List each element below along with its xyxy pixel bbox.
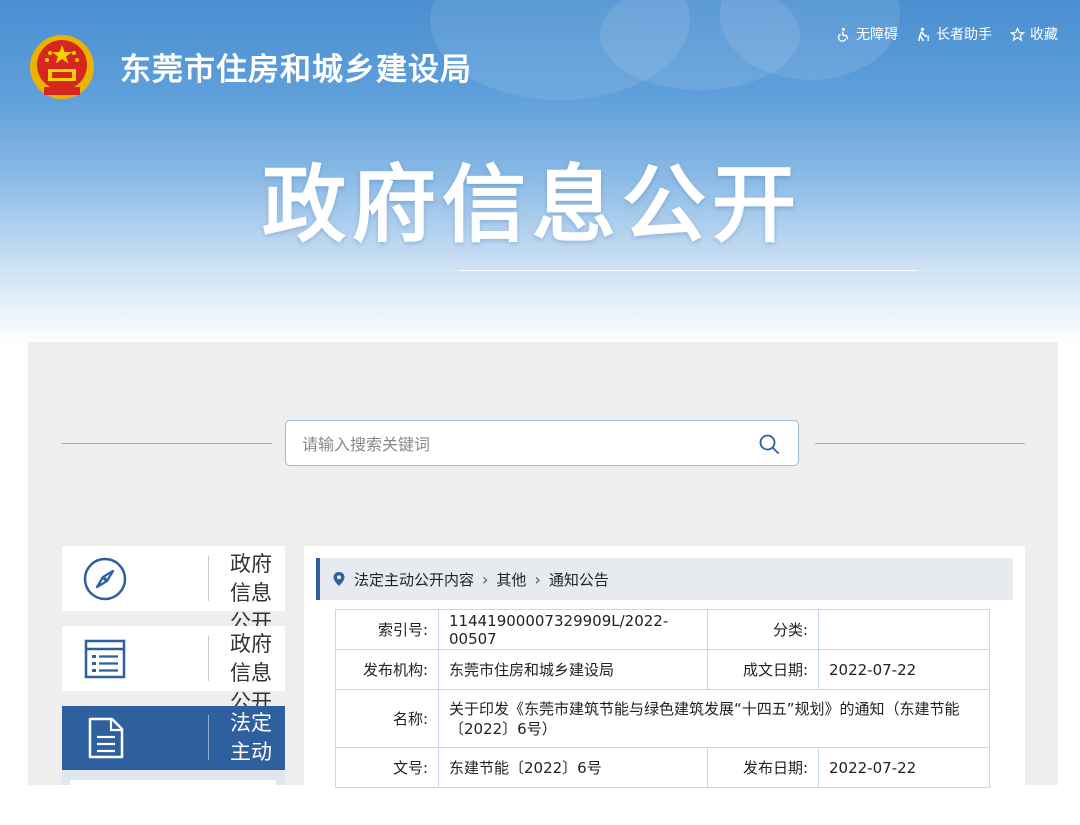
compass-icon bbox=[83, 557, 127, 601]
breadcrumb-item[interactable]: 其他 bbox=[496, 569, 526, 590]
written-date-value: 2022-07-22 bbox=[818, 649, 990, 690]
sidebar-item-label: 法定主动公开内容 bbox=[230, 711, 272, 822]
publisher-value: 东莞市住房和城乡建设局 bbox=[438, 649, 708, 690]
written-date-label: 成文日期: bbox=[707, 649, 819, 690]
search-divider-right bbox=[815, 443, 1025, 444]
table-row: 名称: 关于印发《东莞市建筑节能与绿色建筑发展“十四五”规划》的通知（东建节能〔… bbox=[335, 689, 990, 748]
doc-number-value: 东建节能〔2022〕6号 bbox=[438, 747, 708, 788]
favorite-link[interactable]: 收藏 bbox=[1010, 24, 1058, 44]
search-divider-left bbox=[62, 443, 272, 444]
accessibility-label: 无障碍 bbox=[856, 27, 898, 43]
sidebar-submenu-item[interactable] bbox=[70, 780, 276, 785]
sidebar-separator bbox=[208, 556, 209, 601]
breadcrumb-item[interactable]: 法定主动公开内容 bbox=[354, 569, 474, 590]
document-icon bbox=[88, 717, 124, 759]
sidebar-item-system[interactable]: 政府信息公开制度 bbox=[62, 626, 285, 743]
category-label: 分类: bbox=[707, 609, 819, 650]
sidebar-separator bbox=[208, 715, 209, 760]
publisher-label: 发布机构: bbox=[335, 649, 439, 690]
sidebar-submenu bbox=[62, 770, 285, 785]
chevron-right-icon: › bbox=[534, 569, 541, 589]
document-meta-table: 索引号: 11441900007329909L/2022-00507 分类: 发… bbox=[335, 609, 990, 788]
table-row: 文号: 东建节能〔2022〕6号 发布日期: 2022-07-22 bbox=[335, 747, 990, 788]
elder-icon bbox=[918, 27, 929, 41]
breadcrumb: 法定主动公开内容 › 其他 › 通知公告 bbox=[316, 558, 1013, 600]
index-value: 11441900007329909L/2022-00507 bbox=[438, 609, 708, 650]
search-input[interactable] bbox=[300, 421, 744, 467]
doc-name-label: 名称: bbox=[335, 689, 439, 748]
search-icon[interactable] bbox=[758, 433, 780, 455]
chevron-right-icon: › bbox=[482, 569, 489, 589]
publish-date-value: 2022-07-22 bbox=[818, 747, 990, 788]
elder-assist-link[interactable]: 长者助手 bbox=[916, 24, 992, 44]
accessibility-link[interactable]: 无障碍 bbox=[836, 24, 898, 44]
doc-name-value: 关于印发《东莞市建筑节能与绿色建筑发展“十四五”规划》的通知（东建节能〔2022… bbox=[438, 689, 990, 748]
national-emblem-icon bbox=[30, 35, 94, 99]
location-pin-icon bbox=[333, 572, 345, 586]
site-title[interactable]: 东莞市住房和城乡建设局 bbox=[120, 44, 472, 89]
sidebar-separator bbox=[208, 636, 209, 681]
breadcrumb-item[interactable]: 通知公告 bbox=[549, 569, 609, 590]
doc-number-label: 文号: bbox=[335, 747, 439, 788]
banner-divider bbox=[458, 270, 918, 271]
star-icon bbox=[1010, 26, 1025, 41]
banner-title: 政府信息公开 bbox=[262, 156, 803, 254]
publish-date-label: 发布日期: bbox=[707, 747, 819, 788]
top-links: 无障碍 长者助手 收藏 bbox=[836, 24, 1058, 44]
search-box bbox=[285, 420, 799, 467]
table-row: 索引号: 11441900007329909L/2022-00507 分类: bbox=[335, 609, 990, 650]
sidebar-item-content[interactable]: 法定主动公开内容 bbox=[62, 706, 285, 822]
site-header: 东莞市住房和城乡建设局 无障碍 长者助手 收藏 政府信息公开 bbox=[0, 0, 1080, 345]
index-label: 索引号: bbox=[335, 609, 439, 650]
sidebar-item-guide[interactable]: 政府信息公开指南 bbox=[62, 546, 285, 663]
wheelchair-icon bbox=[837, 27, 849, 42]
table-row: 发布机构: 东莞市住房和城乡建设局 成文日期: 2022-07-22 bbox=[335, 649, 990, 690]
list-icon bbox=[84, 639, 126, 679]
favorite-label: 收藏 bbox=[1030, 27, 1058, 43]
category-value bbox=[818, 609, 990, 650]
elder-assist-label: 长者助手 bbox=[936, 27, 992, 43]
